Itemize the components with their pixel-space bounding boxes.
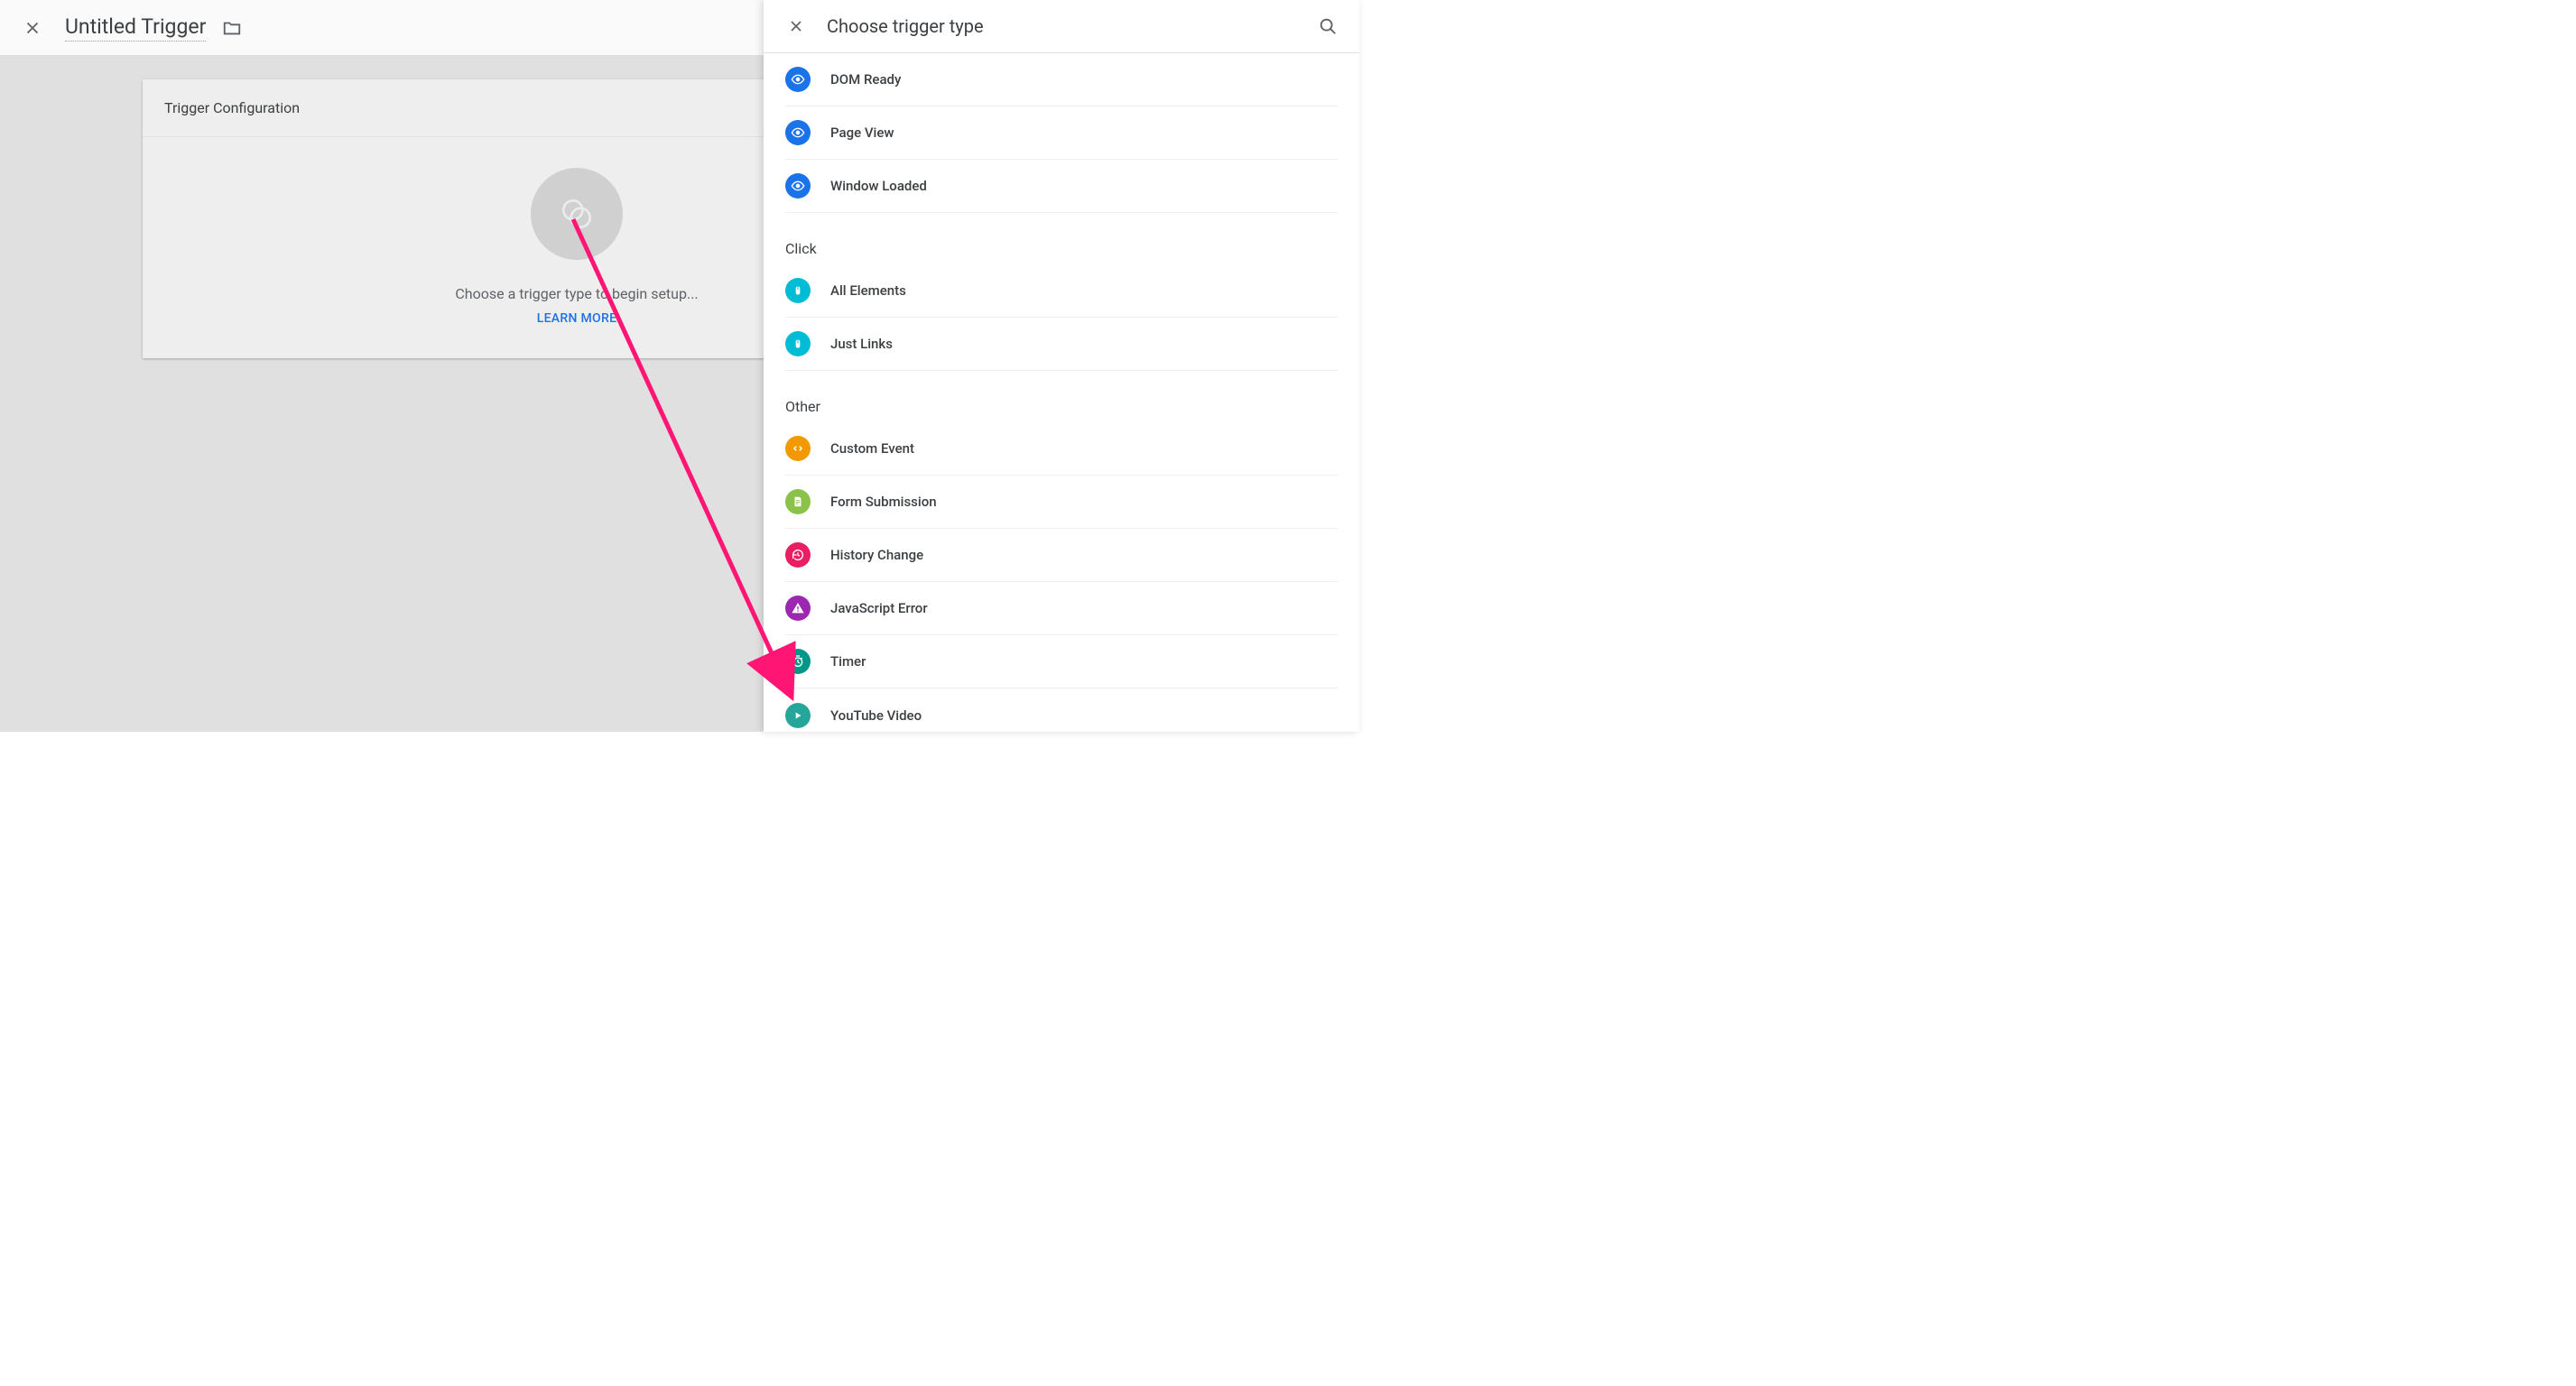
search-icon	[1318, 16, 1338, 36]
trigger-label: Just Links	[830, 336, 893, 352]
trigger-label: Form Submission	[830, 494, 937, 510]
form-icon	[785, 489, 811, 514]
trigger-label: JavaScript Error	[830, 600, 928, 616]
choose-trigger-type-panel: Choose trigger type DOM Ready Page View …	[764, 0, 1359, 732]
trigger-row-timer[interactable]: Timer	[785, 635, 1338, 688]
close-editor-button[interactable]	[22, 17, 43, 39]
clock-icon	[785, 649, 811, 674]
play-icon	[785, 703, 811, 728]
trigger-placeholder-icon	[558, 195, 596, 233]
folder-icon[interactable]	[220, 18, 244, 38]
trigger-row-dom-ready[interactable]: DOM Ready	[785, 53, 1338, 106]
trigger-row-custom-event[interactable]: Custom Event	[785, 422, 1338, 476]
trigger-label: Window Loaded	[830, 178, 927, 194]
trigger-label: All Elements	[830, 282, 906, 299]
trigger-label: DOM Ready	[830, 71, 901, 88]
search-button[interactable]	[1318, 16, 1338, 36]
trigger-label: YouTube Video	[830, 707, 922, 724]
section-other: Other	[785, 371, 1338, 422]
trigger-row-page-view[interactable]: Page View	[785, 106, 1338, 160]
trigger-label: Timer	[830, 653, 866, 670]
trigger-row-form-submission[interactable]: Form Submission	[785, 476, 1338, 529]
trigger-name-input[interactable]: Untitled Trigger	[65, 14, 206, 42]
learn-more-link[interactable]: LEARN MORE	[537, 311, 617, 326]
trigger-label: Custom Event	[830, 440, 914, 457]
trigger-row-all-elements[interactable]: All Elements	[785, 264, 1338, 318]
history-icon	[785, 542, 811, 568]
panel-body: DOM Ready Page View Window Loaded Click …	[764, 53, 1359, 732]
section-click: Click	[785, 213, 1338, 264]
mouse-icon	[785, 331, 811, 356]
trigger-row-history-change[interactable]: History Change	[785, 529, 1338, 582]
trigger-row-javascript-error[interactable]: JavaScript Error	[785, 582, 1338, 635]
trigger-row-window-loaded[interactable]: Window Loaded	[785, 160, 1338, 213]
empty-state-prompt: Choose a trigger type to begin setup...	[455, 285, 698, 302]
trigger-label: History Change	[830, 547, 923, 563]
eye-icon	[785, 120, 811, 145]
eye-icon	[785, 173, 811, 199]
panel-header: Choose trigger type	[764, 0, 1359, 53]
mouse-icon	[785, 278, 811, 303]
warning-icon	[785, 596, 811, 621]
panel-title: Choose trigger type	[827, 15, 1318, 37]
choose-trigger-placeholder-button[interactable]	[531, 168, 623, 260]
trigger-row-youtube-video[interactable]: YouTube Video	[785, 688, 1338, 732]
close-panel-button[interactable]	[785, 15, 807, 37]
code-icon	[785, 436, 811, 461]
trigger-label: Page View	[830, 125, 894, 141]
eye-icon	[785, 67, 811, 92]
trigger-row-just-links[interactable]: Just Links	[785, 318, 1338, 371]
